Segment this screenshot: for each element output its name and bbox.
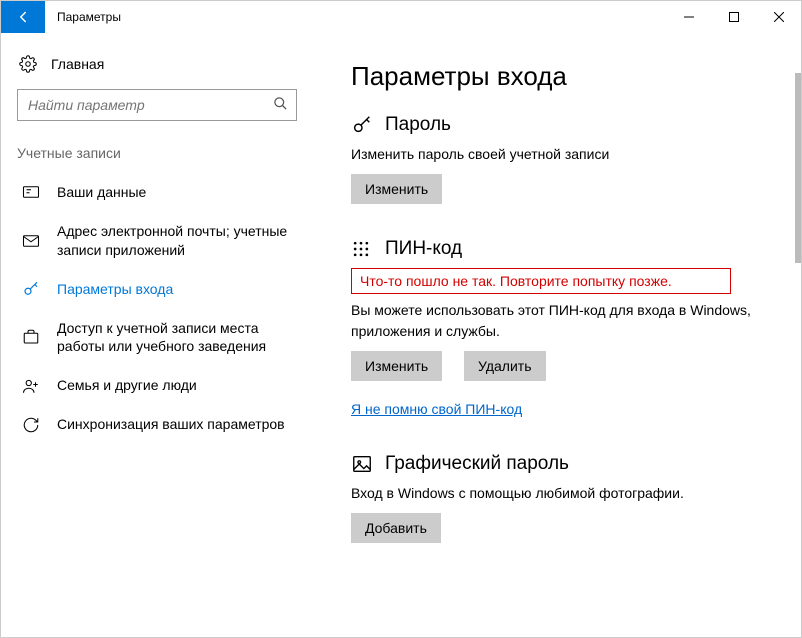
titlebar: Параметры	[1, 1, 801, 33]
sidebar-item-label: Адрес электронной почты; учетные записи …	[57, 222, 301, 260]
keypad-icon	[351, 239, 373, 259]
pin-remove-button[interactable]: Удалить	[464, 351, 545, 381]
key-icon	[21, 280, 41, 298]
back-arrow-icon	[14, 8, 32, 26]
key-icon	[351, 114, 373, 136]
back-button[interactable]	[1, 1, 45, 33]
sidebar-item-label: Параметры входа	[57, 280, 173, 299]
sidebar-item-work-access[interactable]: Доступ к учетной записи места работы или…	[17, 309, 305, 367]
home-nav[interactable]: Главная	[17, 51, 305, 89]
pin-error-message: Что-то пошло не так. Повторите попытку п…	[351, 268, 731, 294]
password-title: Пароль	[385, 114, 451, 136]
pin-desc: Вы можете использовать этот ПИН-код для …	[351, 300, 771, 341]
mail-icon	[21, 232, 41, 250]
password-change-button[interactable]: Изменить	[351, 174, 442, 204]
page-title: Параметры входа	[351, 61, 785, 92]
picture-password-heading: Графический пароль	[351, 453, 785, 475]
sidebar-item-sync[interactable]: Синхронизация ваших параметров	[17, 405, 305, 444]
sidebar-item-family[interactable]: Семья и другие люди	[17, 366, 305, 405]
password-heading: Пароль	[351, 114, 785, 136]
sidebar-section-label: Учетные записи	[17, 145, 305, 161]
window-controls	[666, 1, 801, 33]
sidebar-item-label: Синхронизация ваших параметров	[57, 415, 285, 434]
picture-password-add-button[interactable]: Добавить	[351, 513, 441, 543]
sidebar-nav-list: Ваши данные Адрес электронной почты; уче…	[17, 173, 305, 444]
home-label: Главная	[51, 56, 104, 72]
sidebar-item-email[interactable]: Адрес электронной почты; учетные записи …	[17, 212, 305, 270]
maximize-button[interactable]	[711, 1, 756, 33]
briefcase-icon	[21, 328, 41, 346]
sidebar-item-sign-in-options[interactable]: Параметры входа	[17, 270, 305, 309]
minimize-button[interactable]	[666, 1, 711, 33]
sidebar-item-your-info[interactable]: Ваши данные	[17, 173, 305, 212]
pin-change-button[interactable]: Изменить	[351, 351, 442, 381]
people-icon	[21, 377, 41, 395]
id-card-icon	[21, 183, 41, 201]
gear-icon	[19, 55, 37, 73]
sidebar-item-label: Семья и другие люди	[57, 376, 197, 395]
sidebar-item-label: Доступ к учетной записи места работы или…	[57, 319, 301, 357]
settings-window: Параметры Главная	[0, 0, 802, 638]
search-input[interactable]	[26, 96, 273, 114]
picture-password-title: Графический пароль	[385, 453, 569, 475]
close-button[interactable]	[756, 1, 801, 33]
sidebar: Главная Учетные записи	[1, 33, 321, 638]
search-box[interactable]	[17, 89, 297, 121]
vertical-scrollbar[interactable]	[795, 73, 801, 263]
pin-heading: ПИН-код	[351, 238, 785, 260]
window-title: Параметры	[45, 1, 121, 33]
password-desc: Изменить пароль своей учетной записи	[351, 144, 785, 164]
image-icon	[351, 453, 373, 475]
sidebar-item-label: Ваши данные	[57, 183, 146, 202]
picture-password-desc: Вход в Windows с помощью любимой фотогра…	[351, 483, 785, 503]
sync-icon	[21, 416, 41, 434]
forgot-pin-link[interactable]: Я не помню свой ПИН-код	[351, 401, 522, 417]
pin-title: ПИН-код	[385, 238, 462, 260]
search-icon	[273, 96, 288, 114]
main-content: Параметры входа Пароль Изменить пароль с…	[321, 33, 801, 638]
